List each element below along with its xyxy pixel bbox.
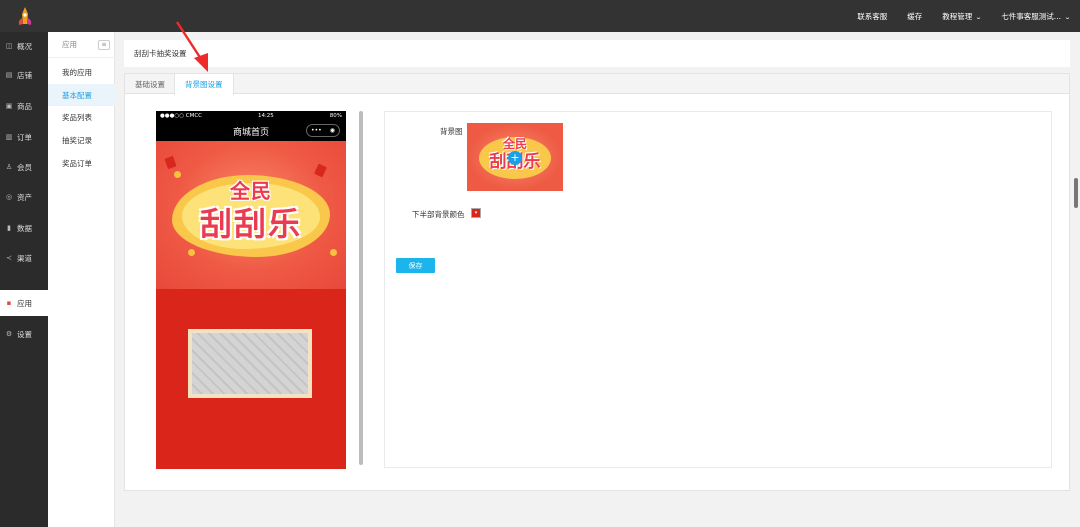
phone-nav-title: 商城首页 xyxy=(232,127,269,138)
data-icon: ▮ xyxy=(7,224,11,232)
top-bar: 联系客服 缓存 教程管理 ⌄ 七件事客服测试... ⌄ xyxy=(0,0,1080,32)
red-envelope-icon xyxy=(164,155,177,170)
phone-status-bar: ●●●○○ CMCC 14:25 80% xyxy=(156,111,346,121)
subitem-my-apps[interactable]: 我的应用 xyxy=(48,61,115,83)
sidebar-item-label: 会员 xyxy=(17,162,32,172)
sidebar-item-label: 设置 xyxy=(17,329,32,339)
banner-title-line2: 刮刮乐 xyxy=(199,205,302,243)
store-icon: ▤ xyxy=(5,71,13,79)
sidebar-item-label: 店铺 xyxy=(17,70,32,80)
battery-text: 80% xyxy=(329,113,342,119)
background-form: 背景图 全民 刮刮乐 + 下半部背景颜色 ▾ 保存 xyxy=(384,111,1052,468)
page-scrollbar[interactable] xyxy=(1074,178,1078,208)
sidebar-item-label: 资产 xyxy=(17,192,32,202)
page-title: 刮刮卡抽奖设置 xyxy=(134,49,187,58)
tutorial-menu[interactable]: 教程管理 ⌄ xyxy=(942,11,983,22)
member-icon: ♙ xyxy=(5,163,13,171)
phone-nav-bar: 商城首页 ••• ◉ xyxy=(156,121,346,141)
sidebar-item-store[interactable]: ▤ 店铺 xyxy=(0,62,48,88)
bottom-color-label: 下半部背景颜色 xyxy=(412,210,465,219)
close-target-icon: ◉ xyxy=(329,127,335,134)
sidebar-item-overview[interactable]: ◫ 概况 xyxy=(0,33,48,59)
sidebar-item-channels[interactable]: ≺ 渠道 xyxy=(0,245,48,271)
sub-sidebar: 应用 ≡ 我的应用 基本配置 奖品列表 抽奖记录 奖品订单 xyxy=(48,32,115,527)
tab-bar: 基础设置 背景图设置 xyxy=(125,74,1069,95)
phone-preview: ●●●○○ CMCC 14:25 80% 商城首页 ••• ◉ 全民 刮刮乐 xyxy=(156,111,346,469)
tutorial-menu-label: 教程管理 xyxy=(942,11,973,21)
sidebar-item-data[interactable]: ▮ 数据 xyxy=(0,215,48,241)
status-time: 14:25 xyxy=(257,113,274,119)
sidebar-item-label: 商品 xyxy=(17,101,32,111)
bottom-color-picker[interactable]: ▾ xyxy=(471,208,481,218)
overview-icon: ◫ xyxy=(5,42,13,50)
sidebar-item-settings[interactable]: ⚙ 设置 xyxy=(0,321,48,347)
sidebar-item-goods[interactable]: ▣ 商品 xyxy=(0,93,48,119)
goods-icon: ▣ xyxy=(5,102,13,110)
background-image-label: 背景图 xyxy=(440,127,463,136)
scratch-area xyxy=(192,333,308,394)
breadcrumb: 刮刮卡抽奖设置 xyxy=(124,40,1070,67)
menu-toggle-icon[interactable]: ≡ xyxy=(98,40,110,50)
settings-panel: 基础设置 背景图设置 ●●●○○ CMCC 14:25 80% 商城首页 •••… xyxy=(124,73,1070,491)
sidebar-item-label: 数据 xyxy=(17,223,32,233)
background-image-upload[interactable]: 全民 刮刮乐 + xyxy=(467,123,563,191)
more-icon: ••• xyxy=(311,127,322,134)
tab-background-settings[interactable]: 背景图设置 xyxy=(174,74,234,95)
cache-link[interactable]: 缓存 xyxy=(907,11,922,22)
subitem-prize-list[interactable]: 奖品列表 xyxy=(48,106,115,128)
chevron-down-icon: ⌄ xyxy=(1063,13,1072,21)
contact-service-link[interactable]: 联系客服 xyxy=(857,11,887,22)
carrier-text: ●●●○○ CMCC xyxy=(160,113,203,119)
sidebar-item-label: 渠道 xyxy=(17,253,32,263)
save-button[interactable]: 保存 xyxy=(396,258,435,273)
subitem-draw-records[interactable]: 抽奖记录 xyxy=(48,129,115,151)
top-nav: 联系客服 缓存 教程管理 ⌄ 七件事客服测试... ⌄ xyxy=(857,0,1072,32)
account-menu[interactable]: 七件事客服测试... ⌄ xyxy=(1001,11,1072,22)
apps-icon: ▪ xyxy=(6,299,12,307)
account-name: 七件事客服测试... xyxy=(1001,11,1061,21)
coin-icon xyxy=(330,249,337,256)
sidebar-item-label: 订单 xyxy=(17,132,32,142)
sidebar-item-label: 应用 xyxy=(17,298,32,308)
plus-icon[interactable]: + xyxy=(508,151,522,165)
subitem-prize-orders[interactable]: 奖品订单 xyxy=(48,152,115,174)
chevron-down-icon: ⌄ xyxy=(975,13,983,21)
main-sidebar: ◫ 概况 ▤ 店铺 ▣ 商品 ▥ 订单 ♙ 会员 ◎ 资产 ▮ 数据 ≺ 渠道 ▪ 应用 ⚙ 设置 xyxy=(0,32,48,527)
scratch-banner: 全民 刮刮乐 xyxy=(156,141,346,289)
sidebar-item-assets[interactable]: ◎ 资产 xyxy=(0,184,48,210)
scratch-card xyxy=(188,329,312,398)
sidebar-item-apps[interactable]: ▪ 应用 xyxy=(0,290,48,316)
subitem-basic-config[interactable]: 基本配置 xyxy=(48,84,115,106)
preview-scrollbar[interactable] xyxy=(359,111,363,465)
mini-program-capsule: ••• ◉ xyxy=(306,124,340,137)
sidebar-item-members[interactable]: ♙ 会员 xyxy=(0,154,48,180)
chevron-down-icon: ▾ xyxy=(474,210,478,216)
coin-icon xyxy=(188,249,195,256)
settings-icon: ⚙ xyxy=(5,330,13,338)
asset-icon: ◎ xyxy=(5,193,13,201)
sidebar-item-orders[interactable]: ▥ 订单 xyxy=(0,124,48,150)
tab-basic-settings[interactable]: 基础设置 xyxy=(125,74,175,94)
channel-icon: ≺ xyxy=(6,254,12,262)
order-icon: ▥ xyxy=(5,133,13,141)
sidebar-item-label: 概况 xyxy=(17,41,32,51)
app-logo-icon[interactable] xyxy=(14,6,36,26)
